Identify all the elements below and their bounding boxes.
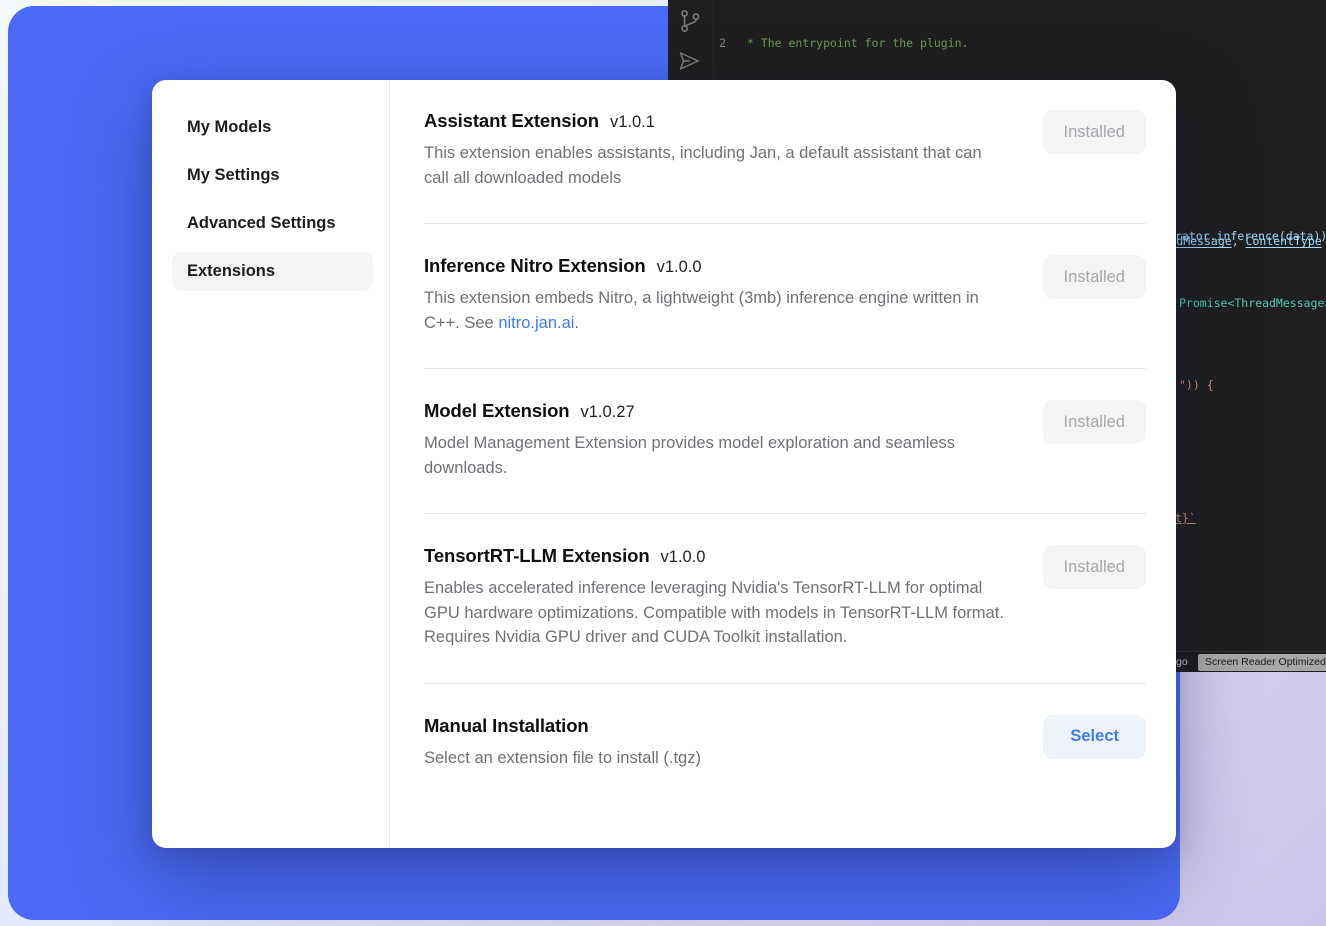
sidebar-item-my-models[interactable]: My Models (172, 108, 373, 147)
extension-description: Select an extension file to install (.tg… (424, 746, 701, 771)
extension-row-nitro: Inference Nitro Extension v1.0.0 This ex… (424, 224, 1146, 369)
extension-row-assistant: Assistant Extension v1.0.1 This extensio… (424, 80, 1146, 224)
code-fragment: ")) { (1179, 378, 1214, 392)
send-icon (677, 49, 703, 73)
extension-version: v1.0.27 (581, 403, 635, 422)
extension-version: v1.0.0 (661, 548, 706, 567)
statusbar-fragment: go (1176, 656, 1188, 668)
extension-description: This extension enables assistants, inclu… (424, 141, 1009, 190)
settings-modal: My Models My Settings Advanced Settings … (152, 80, 1176, 848)
settings-sidebar: My Models My Settings Advanced Settings … (152, 80, 390, 848)
extension-title: Model Extension (424, 400, 570, 422)
extensions-list: Assistant Extension v1.0.1 This extensio… (390, 80, 1176, 848)
installed-button[interactable]: Installed (1043, 255, 1146, 299)
screen-reader-status[interactable]: Screen Reader Optimized (1198, 654, 1326, 671)
installed-button[interactable]: Installed (1043, 400, 1146, 444)
select-file-button[interactable]: Select (1043, 715, 1146, 759)
extension-row-tensorrt: TensortRT-LLM Extension v1.0.0 Enables a… (424, 514, 1146, 684)
sidebar-item-advanced-settings[interactable]: Advanced Settings (172, 204, 373, 243)
extension-title: TensortRT-LLM Extension (424, 545, 650, 567)
code-fragment: t}` (1175, 511, 1196, 525)
installed-button[interactable]: Installed (1043, 545, 1146, 589)
code-fragment: rator.inference(data)); (1175, 229, 1326, 243)
editor-gutter (677, 8, 703, 73)
extension-row-model: Model Extension v1.0.27 Model Management… (424, 369, 1146, 514)
extension-description: Enables accelerated inference leveraging… (424, 576, 1009, 650)
sidebar-item-extensions[interactable]: Extensions (172, 252, 373, 291)
extension-row-manual-install: Manual Installation Select an extension … (424, 684, 1146, 804)
nitro-jan-ai-link[interactable]: nitro.jan.ai (498, 314, 574, 332)
code-line: 2 * The entrypoint for the plugin. (668, 35, 1326, 52)
sidebar-item-my-settings[interactable]: My Settings (172, 156, 373, 195)
extension-title: Inference Nitro Extension (424, 255, 646, 277)
extension-title: Assistant Extension (424, 110, 599, 132)
installed-button[interactable]: Installed (1043, 110, 1146, 154)
page: 2 * The entrypoint for the plugin. 3 */ … (0, 0, 1326, 926)
extension-version: v1.0.0 (657, 258, 702, 277)
extension-version: v1.0.1 (610, 113, 655, 132)
extension-title: Manual Installation (424, 715, 589, 737)
extension-description: This extension embeds Nitro, a lightweig… (424, 286, 1009, 335)
code-text: * The entrypoint for the plugin. (740, 35, 968, 52)
code-fragment: Promise<ThreadMessage> (1179, 296, 1326, 310)
git-branch-icon (677, 8, 703, 34)
extension-description: Model Management Extension provides mode… (424, 431, 1009, 480)
